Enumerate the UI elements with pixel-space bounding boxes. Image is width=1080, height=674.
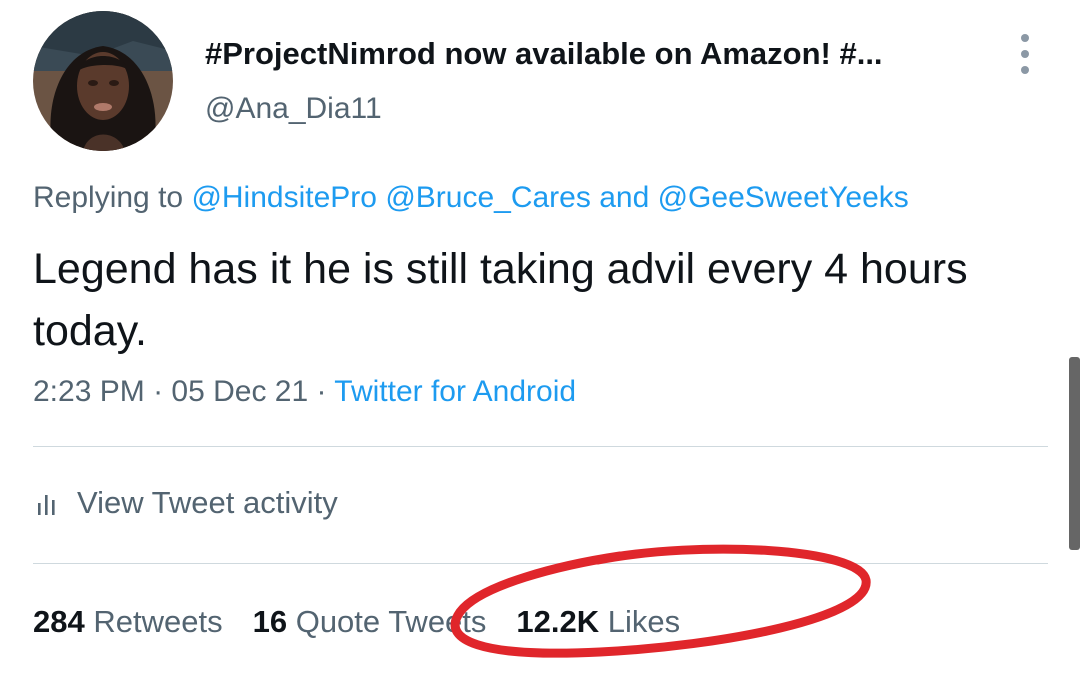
- retweets-stat[interactable]: 284 Retweets: [33, 604, 223, 639]
- activity-label: View Tweet activity: [77, 485, 338, 520]
- bar-chart-icon: [38, 495, 55, 515]
- replying-prefix: Replying to: [33, 181, 192, 214]
- likes-stat[interactable]: 12.2K Likes: [516, 604, 680, 639]
- tweet-text: Legend has it he is still taking advil e…: [33, 245, 968, 355]
- likes-count: 12.2K: [516, 604, 600, 639]
- likes-label: Likes: [607, 604, 681, 639]
- reply-mention[interactable]: @Bruce_Cares: [385, 181, 591, 214]
- quotes-label: Quote Tweets: [295, 604, 487, 639]
- divider: [33, 446, 1048, 447]
- tweet-date[interactable]: 05 Dec 21: [171, 375, 308, 408]
- tweet-meta: 2:23 PM · 05 Dec 21 · Twitter for Androi…: [33, 375, 576, 409]
- display-name[interactable]: #ProjectNimrod now available on Amazon! …: [205, 36, 883, 72]
- tweet-source[interactable]: Twitter for Android: [334, 375, 576, 408]
- retweets-label: Retweets: [93, 604, 223, 639]
- reply-and[interactable]: and: [591, 181, 658, 214]
- tweet-time[interactable]: 2:23 PM: [33, 375, 145, 408]
- tweet-stats: 284 Retweets 16 Quote Tweets 12.2K Likes: [33, 604, 710, 640]
- retweets-count: 284: [33, 604, 85, 639]
- reply-mention[interactable]: @GeeSweetYeeks: [658, 181, 909, 214]
- meta-separator: ·: [308, 375, 335, 408]
- avatar[interactable]: [33, 11, 173, 151]
- divider: [33, 563, 1048, 564]
- replying-to: Replying to @HindsitePro @Bruce_Cares an…: [33, 181, 909, 215]
- more-vertical-icon[interactable]: [1012, 34, 1038, 74]
- meta-separator: ·: [144, 375, 172, 408]
- reply-mention[interactable]: @HindsitePro: [191, 181, 377, 214]
- quotes-count: 16: [252, 604, 288, 639]
- view-tweet-activity[interactable]: View Tweet activity: [35, 485, 338, 521]
- quote-tweets-stat[interactable]: 16 Quote Tweets: [253, 604, 487, 639]
- user-handle[interactable]: @Ana_Dia11: [205, 92, 382, 126]
- scrollbar[interactable]: [1069, 357, 1080, 550]
